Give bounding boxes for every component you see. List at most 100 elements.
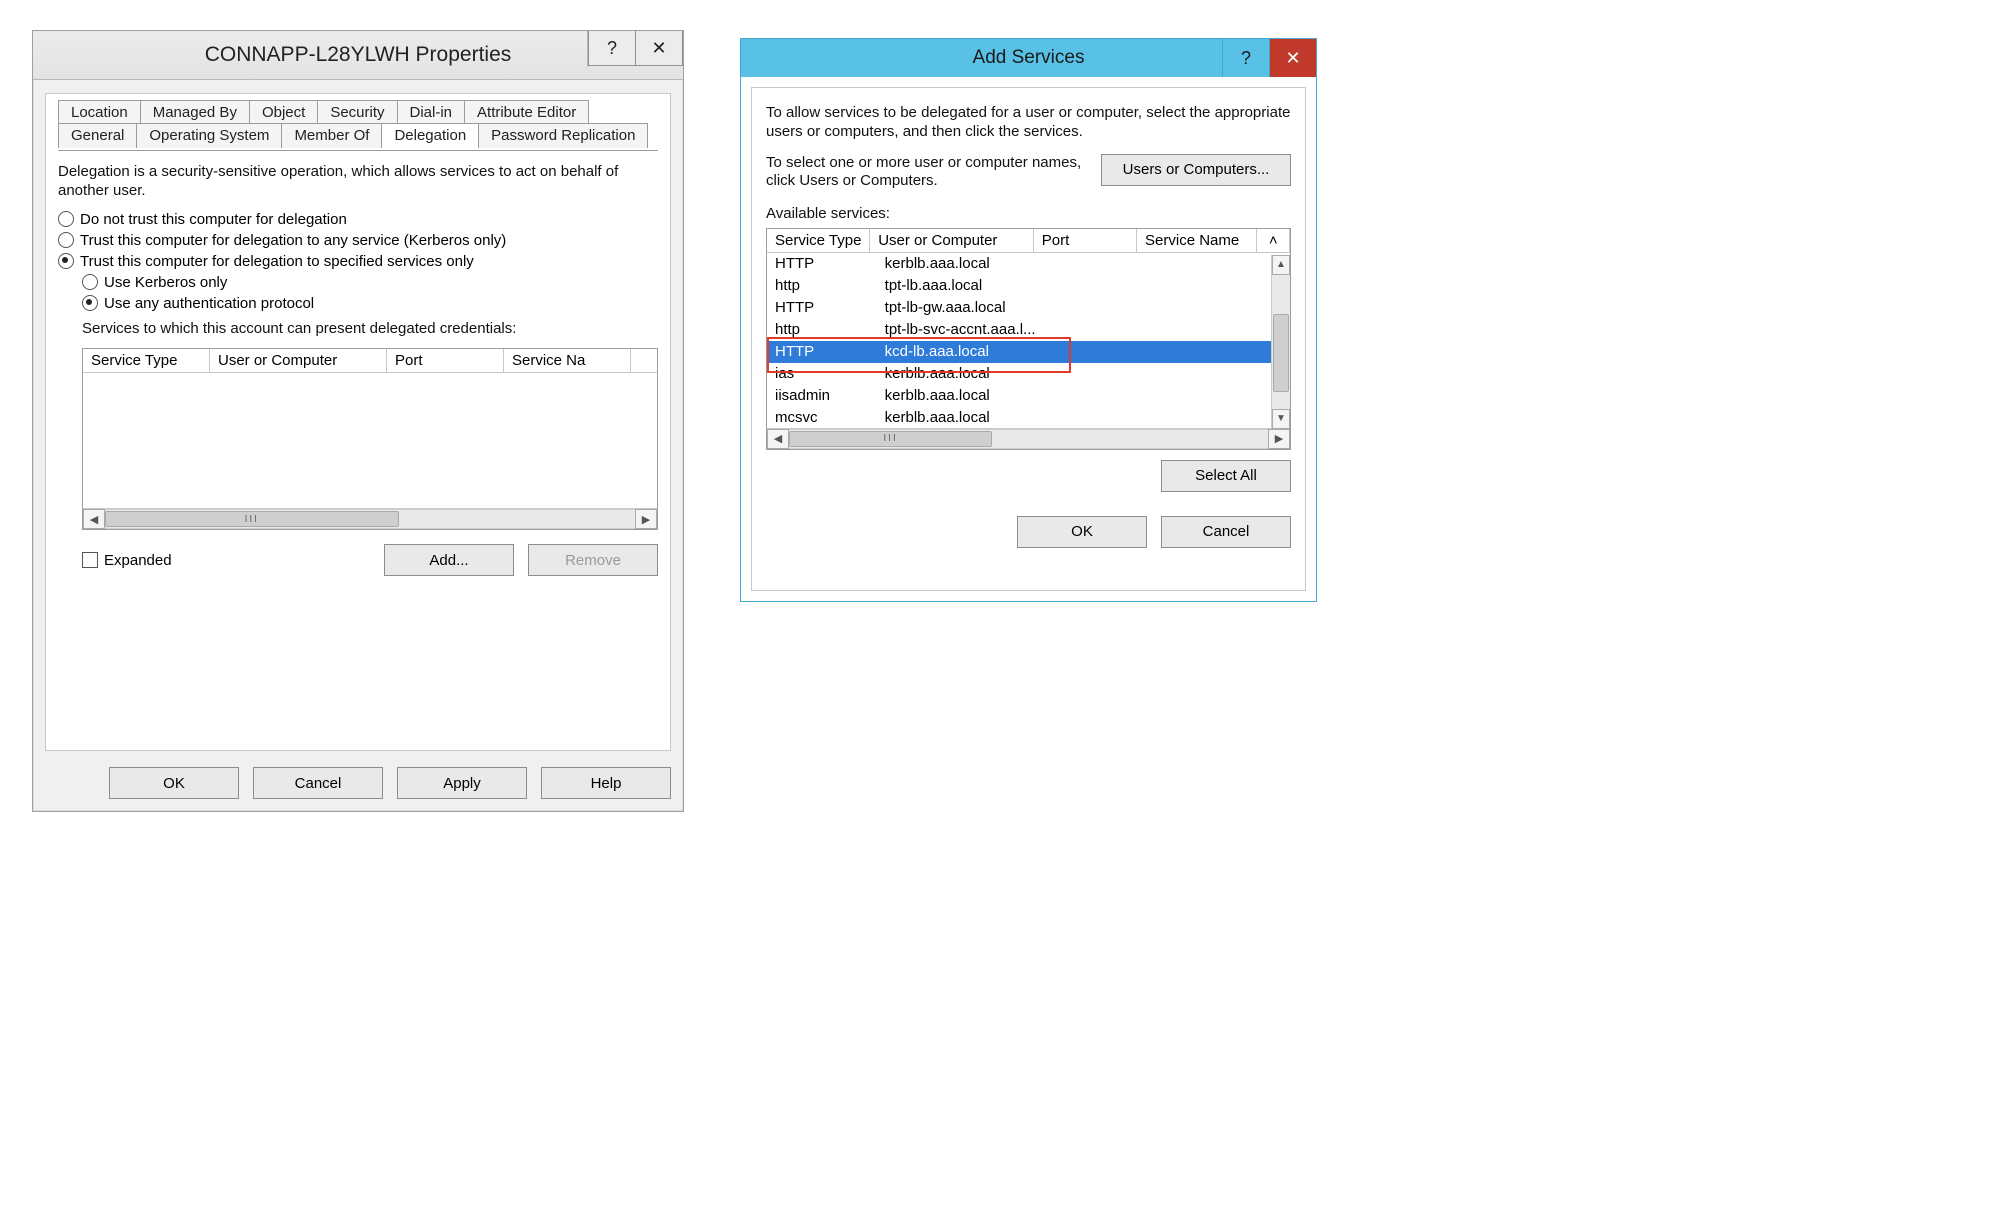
cell-port bbox=[1052, 297, 1162, 319]
service-row[interactable]: HTTPkerblb.aaa.local bbox=[767, 253, 1290, 275]
service-row[interactable]: HTTPtpt-lb-gw.aaa.local bbox=[767, 297, 1290, 319]
apply-button[interactable]: Apply bbox=[397, 767, 527, 799]
close-button[interactable]: ✕ bbox=[636, 31, 683, 66]
cell-type: HTTP bbox=[767, 253, 877, 275]
scroll-down-icon[interactable]: ▼ bbox=[1272, 409, 1290, 429]
help-icon: ? bbox=[1241, 48, 1251, 69]
column-header[interactable]: Service Name bbox=[1137, 229, 1257, 252]
scroll-track[interactable]: III bbox=[105, 509, 635, 529]
select-all-button[interactable]: Select All bbox=[1161, 460, 1291, 492]
cell-type: mcsvc bbox=[767, 407, 877, 428]
users-or-computers-button[interactable]: Users or Computers... bbox=[1101, 154, 1291, 186]
scroll-up-icon[interactable]: ▲ bbox=[1272, 255, 1290, 275]
properties-dialog: CONNAPP-L28YLWH Properties ? ✕ LocationM… bbox=[32, 30, 684, 812]
cell-uc: kerblb.aaa.local bbox=[877, 385, 1052, 407]
hscroll-thumb[interactable]: III bbox=[789, 431, 992, 447]
vscroll-track[interactable] bbox=[1272, 273, 1290, 411]
column-header[interactable]: Service Type bbox=[767, 229, 870, 252]
column-header[interactable]: Service Type bbox=[83, 349, 210, 372]
add-services-titlebar: Add Services ? ✕ bbox=[741, 39, 1316, 77]
service-row[interactable]: mcsvckerblb.aaa.local bbox=[767, 407, 1290, 428]
available-services-list[interactable]: Service TypeUser or ComputerPortService … bbox=[766, 228, 1291, 450]
tab-delegation[interactable]: Delegation bbox=[381, 123, 479, 148]
tab-security[interactable]: Security bbox=[317, 100, 397, 124]
tab-object[interactable]: Object bbox=[249, 100, 318, 124]
close-icon: ✕ bbox=[1285, 48, 1300, 69]
radio-no-trust-label: Do not trust this computer for delegatio… bbox=[80, 211, 347, 228]
ok-button[interactable]: OK bbox=[1017, 516, 1147, 548]
column-header[interactable]: Service Na bbox=[504, 349, 631, 372]
radio-trust-specified-label: Trust this computer for delegation to sp… bbox=[80, 253, 474, 270]
service-row[interactable]: httptpt-lb.aaa.local bbox=[767, 275, 1290, 297]
vscroll-thumb[interactable] bbox=[1273, 314, 1289, 392]
column-header[interactable]: Port bbox=[387, 349, 504, 372]
cell-port bbox=[1052, 363, 1162, 385]
remove-button[interactable]: Remove bbox=[528, 544, 658, 576]
properties-title: CONNAPP-L28YLWH Properties bbox=[205, 43, 512, 66]
cell-port bbox=[1052, 341, 1162, 363]
ok-button[interactable]: OK bbox=[109, 767, 239, 799]
tab-general[interactable]: General bbox=[58, 123, 137, 148]
add-services-dialog: Add Services ? ✕ To allow services to be… bbox=[740, 38, 1317, 602]
properties-title-buttons: ? ✕ bbox=[587, 31, 683, 67]
tab-operating-system[interactable]: Operating System bbox=[136, 123, 282, 148]
cell-uc: kerblb.aaa.local bbox=[877, 363, 1052, 385]
cell-type: http bbox=[767, 275, 877, 297]
add-services-intro: To allow services to be delegated for a … bbox=[766, 104, 1291, 142]
radio-any-auth[interactable]: Use any authentication protocol bbox=[82, 295, 658, 312]
delegated-services-hscroll[interactable]: ◀ III ▶ bbox=[83, 508, 657, 529]
column-header[interactable]: User or Computer bbox=[210, 349, 387, 372]
service-row[interactable]: iisadminkerblb.aaa.local bbox=[767, 385, 1290, 407]
tab-location[interactable]: Location bbox=[58, 100, 141, 124]
help-button[interactable]: ? bbox=[1222, 39, 1269, 77]
radio-trust-any[interactable]: Trust this computer for delegation to an… bbox=[58, 232, 658, 249]
column-header[interactable]: User or Computer bbox=[870, 229, 1034, 252]
cell-type: iisadmin bbox=[767, 385, 877, 407]
scroll-thumb[interactable]: III bbox=[105, 511, 399, 527]
tab-password-replication[interactable]: Password Replication bbox=[478, 123, 648, 148]
expanded-label: Expanded bbox=[104, 552, 172, 569]
column-header[interactable]: Port bbox=[1034, 229, 1137, 252]
available-services-header: Service TypeUser or ComputerPortService … bbox=[767, 229, 1290, 253]
dialog-help-button[interactable]: Help bbox=[541, 767, 671, 799]
radio-no-trust[interactable]: Do not trust this computer for delegatio… bbox=[58, 211, 658, 228]
service-row[interactable]: iaskerblb.aaa.local bbox=[767, 363, 1290, 385]
scroll-right-icon[interactable]: ▶ bbox=[1268, 429, 1290, 449]
tab-dial-in[interactable]: Dial-in bbox=[397, 100, 466, 124]
cell-port bbox=[1052, 319, 1162, 341]
service-row[interactable]: httptpt-lb-svc-accnt.aaa.l... bbox=[767, 319, 1290, 341]
cancel-button[interactable]: Cancel bbox=[253, 767, 383, 799]
scroll-left-icon[interactable]: ◀ bbox=[83, 509, 105, 529]
radio-kerberos-only[interactable]: Use Kerberos only bbox=[82, 274, 658, 291]
tab-attribute-editor[interactable]: Attribute Editor bbox=[464, 100, 589, 124]
help-button[interactable]: ? bbox=[588, 31, 636, 66]
close-button[interactable]: ✕ bbox=[1269, 39, 1316, 77]
scroll-right-icon[interactable]: ▶ bbox=[635, 509, 657, 529]
properties-body: LocationManaged ByObjectSecurityDial-inA… bbox=[45, 93, 671, 751]
available-services-vscroll[interactable]: ▲ ▼ bbox=[1271, 255, 1290, 429]
cell-port bbox=[1052, 385, 1162, 407]
delegation-panel: Delegation is a security-sensitive opera… bbox=[58, 150, 658, 738]
service-row[interactable]: HTTPkcd-lb.aaa.local bbox=[767, 341, 1290, 363]
radio-kerberos-only-label: Use Kerberos only bbox=[104, 274, 227, 291]
expanded-checkbox[interactable]: Expanded bbox=[82, 552, 384, 569]
radio-trust-specified[interactable]: Trust this computer for delegation to sp… bbox=[58, 253, 658, 270]
tab-member-of[interactable]: Member Of bbox=[281, 123, 382, 148]
cancel-button[interactable]: Cancel bbox=[1161, 516, 1291, 548]
delegated-services-list[interactable]: Service TypeUser or ComputerPortService … bbox=[82, 348, 658, 530]
cell-port bbox=[1052, 253, 1162, 275]
cell-uc: kerblb.aaa.local bbox=[877, 407, 1052, 428]
add-button[interactable]: Add... bbox=[384, 544, 514, 576]
cell-type: HTTP bbox=[767, 297, 877, 319]
available-services-hscroll[interactable]: ◀ III ▶ bbox=[767, 428, 1290, 449]
properties-titlebar: CONNAPP-L28YLWH Properties ? ✕ bbox=[33, 31, 683, 80]
scroll-left-icon[interactable]: ◀ bbox=[767, 429, 789, 449]
available-services-body: HTTPkerblb.aaa.localhttptpt-lb.aaa.local… bbox=[767, 253, 1290, 428]
sort-indicator-icon[interactable]: ˄ bbox=[1257, 229, 1290, 252]
delegated-services-header: Service TypeUser or ComputerPortService … bbox=[83, 349, 657, 373]
cell-uc: kerblb.aaa.local bbox=[877, 253, 1052, 275]
delegated-services-body bbox=[83, 373, 657, 508]
hscroll-track[interactable]: III bbox=[789, 429, 1268, 449]
tab-managed-by[interactable]: Managed By bbox=[140, 100, 250, 124]
cell-type: http bbox=[767, 319, 877, 341]
